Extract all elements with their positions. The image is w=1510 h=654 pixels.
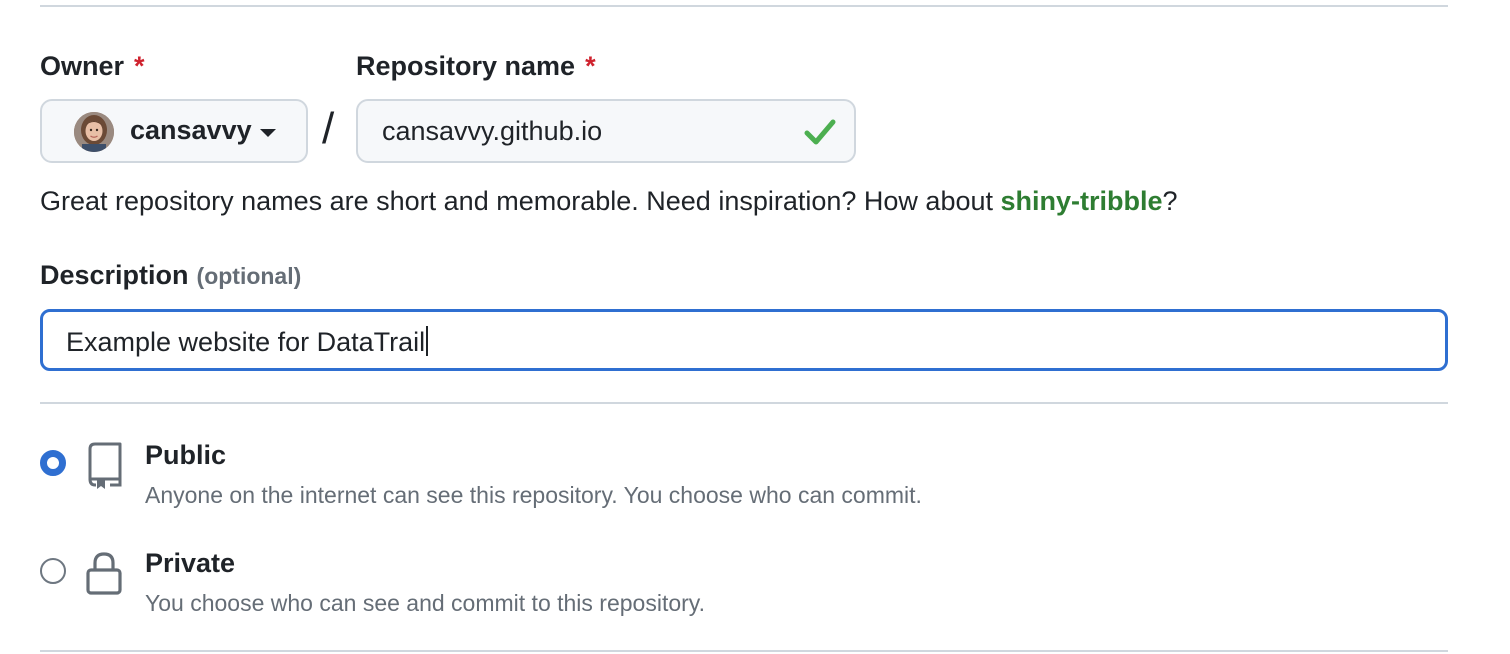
text-cursor bbox=[426, 326, 429, 356]
create-repository-form: Owner * Repository name * cansavvy / cansa… bbox=[0, 0, 1510, 654]
repository-name-helper: Great repository names are short and mem… bbox=[40, 186, 1178, 217]
top-divider bbox=[40, 5, 1448, 7]
section-divider bbox=[40, 402, 1448, 404]
owner-label-text: Owner bbox=[40, 51, 125, 81]
public-radio[interactable] bbox=[40, 450, 66, 476]
name-suggestion-link[interactable]: shiny-tribble bbox=[1001, 186, 1163, 216]
bottom-divider bbox=[40, 650, 1448, 652]
helper-question-mark: ? bbox=[1162, 186, 1178, 216]
description-input[interactable]: Example website for DataTrail bbox=[40, 309, 1448, 371]
owner-repo-separator: / bbox=[322, 104, 335, 153]
user-avatar bbox=[74, 112, 114, 152]
repository-name-label: Repository name * bbox=[356, 51, 596, 82]
repo-icon bbox=[88, 442, 122, 489]
private-radio[interactable] bbox=[40, 558, 66, 584]
owner-label: Owner * bbox=[40, 51, 145, 82]
private-option-title: Private bbox=[145, 548, 236, 578]
repository-required-mark: * bbox=[585, 51, 596, 81]
description-label-text: Description bbox=[40, 260, 189, 290]
helper-text: Great repository names are short and mem… bbox=[40, 186, 1001, 216]
owner-name: cansavvy bbox=[130, 115, 252, 145]
description-input-content: Example website for DataTrail bbox=[66, 326, 429, 358]
description-label: Description (optional) bbox=[40, 260, 301, 291]
description-optional-note: (optional) bbox=[196, 263, 302, 289]
check-icon bbox=[804, 119, 836, 145]
public-option-title: Public bbox=[145, 440, 227, 470]
repository-name-value: cansavvy.github.io bbox=[382, 116, 603, 146]
description-value: Example website for DataTrail bbox=[66, 327, 426, 357]
owner-required-mark: * bbox=[134, 51, 145, 81]
owner-dropdown[interactable]: cansavvy bbox=[40, 99, 308, 163]
repository-label-text: Repository name bbox=[356, 51, 576, 81]
repository-name-input[interactable]: cansavvy.github.io bbox=[356, 99, 856, 163]
public-option-description: Anyone on the internet can see this repo… bbox=[145, 482, 922, 508]
private-option-description: You choose who can see and commit to thi… bbox=[145, 590, 705, 616]
lock-icon bbox=[86, 552, 122, 595]
chevron-down-icon bbox=[260, 129, 276, 137]
